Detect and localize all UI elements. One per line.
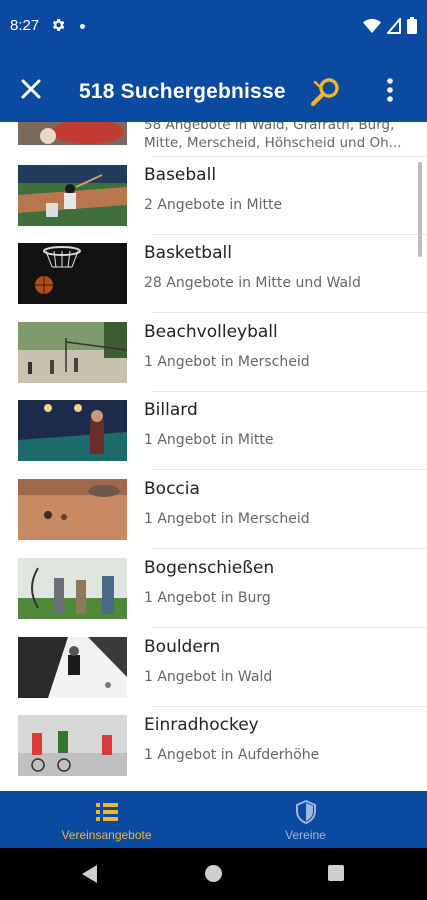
- list-item[interactable]: Einradhockey 1 Angebot in Aufderhöhe: [0, 707, 427, 786]
- list-item[interactable]: Bogenschießen 1 Angebot in Burg: [0, 550, 427, 629]
- list-item[interactable]: Beachvolleyball 1 Angebot in Merscheid: [0, 314, 427, 393]
- item-subtitle-line1: 58 Angebote in Wald, Gräfrath, Burg,: [144, 122, 395, 133]
- page-title: 518 Suchergebnisse: [79, 80, 286, 103]
- list-item[interactable]: Billard 1 Angebot in Mitte: [0, 392, 427, 471]
- item-subtitle: 1 Angebot in Merscheid: [144, 511, 310, 527]
- recent-apps-icon[interactable]: [328, 865, 344, 881]
- item-title: Einradhockey: [144, 715, 259, 735]
- item-thumbnail: [18, 322, 127, 383]
- divider: [152, 312, 427, 313]
- list-item[interactable]: Basketball 28 Angebote in Mitte und Wald: [0, 235, 427, 314]
- tab-vereinsangebote[interactable]: Vereinsangebote: [0, 791, 213, 848]
- results-list[interactable]: 58 Angebote in Wald, Gräfrath, Burg, Mit…: [0, 122, 427, 791]
- app-bar: 518 Suchergebnisse: [0, 56, 427, 122]
- item-subtitle: 28 Angebote in Mitte und Wald: [144, 275, 361, 291]
- item-subtitle: 1 Angebot in Burg: [144, 590, 271, 606]
- item-subtitle: 2 Angebote in Mitte: [144, 197, 283, 213]
- bottom-navigation: Vereinsangebote Vereine: [0, 791, 427, 848]
- list-item[interactable]: Baseball 2 Angebote in Mitte: [0, 157, 427, 236]
- cell-signal-icon: [387, 17, 401, 34]
- battery-icon: [407, 17, 417, 34]
- status-icons: [363, 17, 417, 34]
- item-subtitle: 1 Angebot in Aufderhöhe: [144, 747, 320, 763]
- item-thumbnail: [18, 243, 127, 304]
- notification-dot-icon: [80, 24, 85, 29]
- status-bar: 8:27: [0, 0, 427, 56]
- item-title: Bogenschießen: [144, 558, 275, 578]
- item-thumbnail: [18, 479, 127, 540]
- item-thumbnail: [18, 637, 127, 698]
- item-title: Beachvolleyball: [144, 322, 278, 342]
- settings-gear-icon: [52, 19, 65, 31]
- item-thumbnail: [18, 558, 127, 619]
- tab-label: Vereine: [285, 828, 326, 842]
- shield-icon: [295, 800, 316, 824]
- system-navigation-bar: [0, 848, 427, 900]
- more-options-icon[interactable]: [380, 76, 400, 104]
- list-icon: [95, 803, 118, 821]
- close-icon[interactable]: [18, 76, 44, 102]
- search-icon[interactable]: [309, 75, 343, 109]
- item-subtitle-line2: Mitte, Merscheid, Höhscheid und Oh...: [144, 135, 402, 151]
- item-title: Bouldern: [144, 637, 221, 657]
- item-thumbnail: [18, 165, 127, 226]
- divider: [152, 627, 427, 628]
- item-thumbnail: [18, 122, 127, 145]
- item-title: Basketball: [144, 243, 232, 263]
- list-item[interactable]: Boccia 1 Angebot in Merscheid: [0, 471, 427, 550]
- tab-label: Vereinsangebote: [61, 828, 152, 842]
- item-subtitle: 1 Angebot in Mitte: [144, 432, 274, 448]
- item-title: Boccia: [144, 479, 200, 499]
- home-icon[interactable]: [205, 865, 222, 882]
- item-thumbnail: [18, 400, 127, 461]
- list-scrollbar[interactable]: [418, 162, 422, 257]
- back-icon[interactable]: [82, 865, 98, 883]
- item-thumbnail: [18, 715, 127, 776]
- status-time: 8:27: [10, 17, 40, 34]
- list-item-partial[interactable]: 58 Angebote in Wald, Gräfrath, Burg, Mit…: [0, 122, 427, 157]
- divider: [152, 548, 427, 549]
- item-subtitle: 1 Angebot in Merscheid: [144, 354, 310, 370]
- item-title: Baseball: [144, 165, 217, 185]
- wifi-icon: [363, 18, 381, 33]
- divider: [152, 469, 427, 470]
- tab-vereine[interactable]: Vereine: [199, 791, 412, 848]
- item-title: Billard: [144, 400, 198, 420]
- item-subtitle: 1 Angebot in Wald: [144, 669, 273, 685]
- list-item[interactable]: Bouldern 1 Angebot in Wald: [0, 629, 427, 708]
